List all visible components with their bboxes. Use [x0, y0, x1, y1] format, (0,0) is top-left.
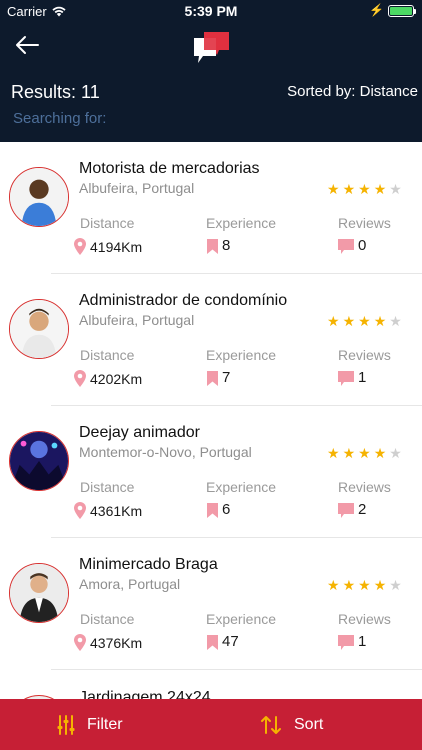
star-empty-icon: ★: [389, 181, 405, 197]
sorted-by-label[interactable]: Sorted by: Distance: [287, 83, 418, 100]
star-filled-icon: ★: [342, 445, 359, 461]
listing-title: Motorista de mercadorias: [79, 160, 260, 177]
distance-value: 4202Km: [74, 370, 142, 387]
filter-sliders-icon: [57, 714, 75, 735]
sort-label: Sort: [294, 715, 324, 733]
experience-label: Experience: [206, 479, 277, 495]
rating-stars: ★★★★★: [327, 313, 405, 330]
location-pin-icon: [74, 634, 86, 651]
star-filled-icon: ★: [327, 181, 343, 197]
listing-title: Administrador de condomínio: [79, 292, 288, 309]
star-filled-icon: ★: [373, 313, 390, 329]
back-arrow-icon[interactable]: [14, 34, 40, 56]
reviews-label: Reviews: [338, 479, 391, 495]
reviews-value: 1: [338, 370, 366, 386]
bookmark-icon: [207, 502, 218, 518]
star-empty-icon: ★: [389, 577, 405, 593]
rating-stars: ★★★★★: [327, 181, 405, 198]
distance-label: Distance: [80, 611, 135, 627]
distance-label: Distance: [80, 479, 135, 495]
experience-label: Experience: [206, 347, 277, 363]
listing-title: Minimercado Braga: [79, 556, 218, 573]
searching-for-label: Searching for:: [13, 110, 107, 127]
bottom-toolbar: Filter Sort: [0, 699, 422, 750]
speech-bubble-icon: [338, 502, 354, 518]
star-filled-icon: ★: [358, 445, 374, 461]
list-item[interactable]: Deejay animador Montemor-o-Novo, Portuga…: [0, 406, 422, 538]
star-filled-icon: ★: [327, 577, 343, 593]
star-filled-icon: ★: [358, 313, 374, 329]
location-pin-icon: [74, 502, 86, 519]
list-item[interactable]: Administrador de condomínio Albufeira, P…: [0, 274, 422, 406]
avatar: [9, 299, 69, 359]
star-filled-icon: ★: [327, 313, 343, 329]
experience-value: 47: [207, 634, 239, 650]
sort-arrows-icon: [261, 715, 281, 734]
star-empty-icon: ★: [389, 445, 405, 461]
star-filled-icon: ★: [342, 577, 359, 593]
rating-stars: ★★★★★: [327, 445, 405, 462]
star-empty-icon: ★: [389, 313, 405, 329]
bookmark-icon: [207, 238, 218, 254]
experience-label: Experience: [206, 611, 277, 627]
divider: [51, 669, 422, 670]
avatar: [9, 431, 69, 491]
charging-icon: ⚡: [369, 3, 384, 17]
experience-value: 8: [207, 238, 230, 254]
bookmark-icon: [207, 634, 218, 650]
experience-label: Experience: [206, 215, 277, 231]
speech-bubble-icon: [338, 634, 354, 650]
distance-value: 4361Km: [74, 502, 142, 519]
reviews-value: 2: [338, 502, 366, 518]
results-count: Results: 11: [11, 82, 100, 102]
sort-button[interactable]: Sort: [260, 699, 323, 750]
reviews-value: 0: [338, 238, 366, 254]
status-bar: Carrier 5:39 PM ⚡: [0, 0, 422, 22]
list-item[interactable]: Minimercado Braga Amora, Portugal ★★★★★ …: [0, 538, 422, 670]
star-filled-icon: ★: [342, 313, 359, 329]
listing-location: Amora, Portugal: [79, 576, 181, 592]
experience-value: 7: [207, 370, 230, 386]
avatar: [9, 563, 69, 623]
reviews-label: Reviews: [338, 215, 391, 231]
location-pin-icon: [74, 370, 86, 387]
distance-label: Distance: [80, 215, 135, 231]
app-logo-icon: [194, 32, 229, 63]
header: Results: 11 Sorted by: Distance Searchin…: [0, 22, 422, 142]
speech-bubble-icon: [338, 370, 354, 386]
battery-icon: [388, 5, 416, 17]
star-filled-icon: ★: [373, 181, 390, 197]
star-filled-icon: ★: [342, 181, 359, 197]
distance-label: Distance: [80, 347, 135, 363]
bookmark-icon: [207, 370, 218, 386]
results-list[interactable]: Motorista de mercadorias Albufeira, Port…: [0, 142, 422, 699]
reviews-label: Reviews: [338, 611, 391, 627]
star-filled-icon: ★: [358, 181, 374, 197]
listing-title[interactable]: Jardinagem 24x24: [79, 689, 211, 699]
listing-location: Albufeira, Portugal: [79, 180, 195, 196]
reviews-value: 1: [338, 634, 366, 650]
listing-title: Deejay animador: [79, 424, 200, 441]
avatar: [9, 167, 69, 227]
reviews-label: Reviews: [338, 347, 391, 363]
list-item[interactable]: Motorista de mercadorias Albufeira, Port…: [0, 142, 422, 274]
experience-value: 6: [207, 502, 230, 518]
listing-location: Montemor-o-Novo, Portugal: [79, 444, 252, 460]
distance-value: 4376Km: [74, 634, 142, 651]
clock: 5:39 PM: [184, 3, 238, 19]
rating-stars: ★★★★★: [327, 577, 405, 594]
listing-location: Albufeira, Portugal: [79, 312, 195, 328]
location-pin-icon: [74, 238, 86, 255]
filter-label: Filter: [87, 715, 123, 733]
filter-button[interactable]: Filter: [57, 699, 123, 750]
star-filled-icon: ★: [373, 577, 390, 593]
star-filled-icon: ★: [358, 577, 374, 593]
speech-bubble-icon: [338, 238, 354, 254]
star-filled-icon: ★: [373, 445, 390, 461]
distance-value: 4194Km: [74, 238, 142, 255]
star-filled-icon: ★: [327, 445, 343, 461]
